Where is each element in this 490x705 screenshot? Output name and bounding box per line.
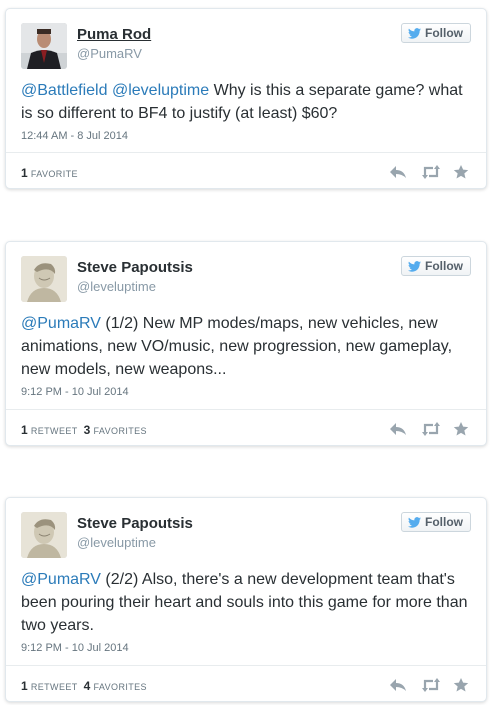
user-handle[interactable]: @leveluptime	[77, 534, 193, 552]
mention-link[interactable]: @PumaRV	[21, 315, 101, 332]
follow-button[interactable]: Follow	[401, 23, 471, 43]
tweet-header: Steve Papoutsis @leveluptime Follow	[21, 256, 471, 312]
reply-icon[interactable]	[389, 421, 407, 437]
mention-link[interactable]: @leveluptime	[112, 82, 209, 99]
retweets-label[interactable]: Retweet	[31, 682, 78, 692]
retweets-count[interactable]: 1	[21, 679, 28, 693]
retweets-count[interactable]: 1	[21, 423, 28, 437]
favorite-star-icon[interactable]	[453, 164, 471, 180]
retweet-icon[interactable]	[421, 677, 440, 693]
tweet-card: Steve Papoutsis @leveluptime Follow @Pum…	[5, 241, 487, 446]
tweet-text: @PumaRV (2/2) Also, there's a new develo…	[21, 568, 471, 637]
twitter-bird-icon	[408, 516, 421, 528]
avatar[interactable]	[21, 256, 67, 302]
avatar[interactable]	[21, 512, 67, 558]
tweet-text: @Battlefield @leveluptime Why is this a …	[21, 79, 471, 125]
tweet-actions	[389, 677, 471, 693]
favorites-label[interactable]: Favorite	[31, 169, 78, 179]
mention-link[interactable]: @Battlefield	[21, 82, 108, 99]
retweets-label[interactable]: Retweet	[31, 426, 78, 436]
display-name[interactable]: Steve Papoutsis	[77, 514, 193, 534]
reply-icon[interactable]	[389, 677, 407, 693]
follow-button[interactable]: Follow	[401, 256, 471, 276]
divider	[6, 152, 486, 153]
favorites-count[interactable]: 3	[84, 423, 91, 437]
follow-label: Follow	[425, 515, 463, 529]
tweet-stats: 1 Favorite	[21, 166, 78, 180]
tweet-stats: 1 Retweet 3 Favorites	[21, 423, 147, 437]
tweet-card: Steve Papoutsis @leveluptime Follow @Pum…	[5, 497, 487, 702]
favorite-star-icon[interactable]	[453, 421, 471, 437]
favorites-label[interactable]: Favorites	[94, 682, 147, 692]
favorites-count[interactable]: 4	[84, 679, 91, 693]
tweet-actions	[389, 164, 471, 180]
follow-label: Follow	[425, 259, 463, 273]
follow-label: Follow	[425, 26, 463, 40]
avatar[interactable]	[21, 23, 67, 69]
tweet-header: Steve Papoutsis @leveluptime Follow	[21, 512, 471, 568]
favorites-label[interactable]: Favorites	[94, 426, 147, 436]
divider	[6, 409, 486, 410]
tweet-stats: 1 Retweet 4 Favorites	[21, 679, 147, 693]
display-name[interactable]: Steve Papoutsis	[77, 258, 193, 278]
user-names: Puma Rod @PumaRV	[77, 25, 151, 63]
user-names: Steve Papoutsis @leveluptime	[77, 258, 193, 296]
divider	[6, 665, 486, 666]
reply-icon[interactable]	[389, 164, 407, 180]
tweet-header: Puma Rod @PumaRV Follow	[21, 23, 471, 79]
display-name[interactable]: Puma Rod	[77, 25, 151, 45]
favorites-count[interactable]: 1	[21, 166, 28, 180]
tweet-card: Puma Rod @PumaRV Follow @Battlefield @le…	[5, 8, 487, 189]
retweet-icon[interactable]	[421, 421, 440, 437]
favorite-star-icon[interactable]	[453, 677, 471, 693]
follow-button[interactable]: Follow	[401, 512, 471, 532]
mention-link[interactable]: @PumaRV	[21, 571, 101, 588]
user-handle[interactable]: @PumaRV	[77, 45, 151, 63]
tweet-timestamp[interactable]: 9:12 PM - 10 Jul 2014	[21, 642, 471, 654]
tweet-text: @PumaRV (1/2) New MP modes/maps, new veh…	[21, 312, 471, 381]
twitter-bird-icon	[408, 27, 421, 39]
tweet-actions	[389, 421, 471, 437]
user-names: Steve Papoutsis @leveluptime	[77, 514, 193, 552]
user-handle[interactable]: @leveluptime	[77, 278, 193, 296]
retweet-icon[interactable]	[421, 164, 440, 180]
twitter-bird-icon	[408, 260, 421, 272]
tweet-timestamp[interactable]: 9:12 PM - 10 Jul 2014	[21, 386, 471, 398]
tweet-timestamp[interactable]: 12:44 AM - 8 Jul 2014	[21, 130, 471, 142]
